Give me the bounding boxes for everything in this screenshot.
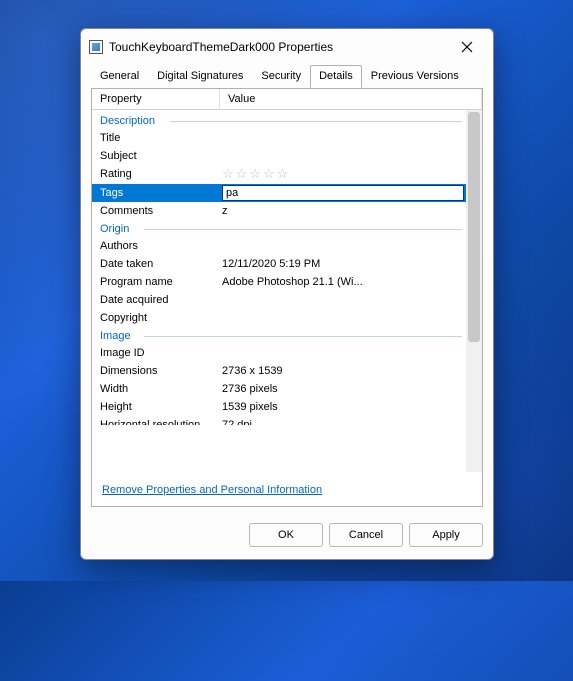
group-header: Origin [92, 220, 482, 237]
group-header: Description [92, 112, 482, 129]
cancel-button[interactable]: Cancel [329, 523, 403, 547]
ok-button[interactable]: OK [249, 523, 323, 547]
tags-input[interactable] [222, 185, 464, 201]
window-title: TouchKeyboardThemeDark000 Properties [109, 40, 449, 54]
tab-digital-signatures[interactable]: Digital Signatures [148, 65, 252, 88]
property-row[interactable]: Subject [92, 147, 482, 165]
property-row[interactable]: Title [92, 129, 482, 147]
properties-dialog: TouchKeyboardThemeDark000 Properties Gen… [80, 28, 494, 560]
property-value: 2736 x 1539 [220, 363, 466, 379]
property-value: Adobe Photoshop 21.1 (Wi... [220, 274, 466, 290]
property-name: Image ID [92, 345, 220, 361]
column-property[interactable]: Property [92, 89, 220, 109]
scrollbar[interactable] [466, 110, 482, 472]
property-row[interactable]: Program nameAdobe Photoshop 21.1 (Wi... [92, 273, 482, 291]
property-value [220, 130, 466, 146]
group-header: Image [92, 327, 482, 344]
property-name: Comments [92, 203, 220, 219]
file-icon [89, 40, 103, 54]
grid-body: DescriptionTitleSubjectRating☆☆☆☆☆TagsCo… [92, 110, 482, 472]
property-name: Horizontal resolution [92, 417, 220, 424]
property-name: Copyright [92, 310, 220, 326]
tab-general[interactable]: General [91, 65, 148, 88]
scroll-thumb[interactable] [468, 112, 480, 342]
property-name: Date taken [92, 256, 220, 272]
property-value [220, 148, 466, 164]
close-icon [461, 41, 473, 53]
property-row[interactable]: Commentsz [92, 202, 482, 220]
property-row[interactable]: Date acquired [92, 291, 482, 309]
property-row[interactable]: Date taken12/11/2020 5:19 PM [92, 255, 482, 273]
property-value [220, 238, 466, 254]
dialog-buttons: OK Cancel Apply [81, 515, 493, 559]
details-panel: Property Value DescriptionTitleSubjectRa… [91, 88, 483, 507]
column-value[interactable]: Value [220, 89, 482, 109]
rating-stars[interactable]: ☆☆☆☆☆ [222, 166, 290, 181]
property-row[interactable]: Authors [92, 237, 482, 255]
titlebar: TouchKeyboardThemeDark000 Properties [81, 29, 493, 65]
property-row[interactable]: Dimensions2736 x 1539 [92, 362, 482, 380]
property-value: z [220, 203, 466, 219]
property-value [220, 185, 466, 201]
property-value [220, 310, 466, 326]
link-row: Remove Properties and Personal Informati… [92, 472, 482, 506]
property-row[interactable]: Copyright [92, 309, 482, 327]
property-value: ☆☆☆☆☆ [220, 166, 466, 183]
property-name: Height [92, 399, 220, 415]
property-name: Title [92, 130, 220, 146]
property-row[interactable]: Image ID [92, 344, 482, 362]
property-name: Date acquired [92, 292, 220, 308]
property-row[interactable]: Horizontal resolution72 dpi [92, 416, 482, 425]
grid-header: Property Value [92, 89, 482, 110]
property-name: Rating [92, 166, 220, 183]
apply-button[interactable]: Apply [409, 523, 483, 547]
property-value: 2736 pixels [220, 381, 466, 397]
property-value [220, 345, 466, 361]
property-name: Dimensions [92, 363, 220, 379]
tab-details[interactable]: Details [310, 65, 362, 88]
property-name: Program name [92, 274, 220, 290]
property-row[interactable]: Height1539 pixels [92, 398, 482, 416]
property-row[interactable]: Rating☆☆☆☆☆ [92, 165, 482, 184]
tab-strip: General Digital Signatures Security Deta… [81, 65, 493, 89]
remove-properties-link[interactable]: Remove Properties and Personal Informati… [102, 484, 322, 496]
property-name: Authors [92, 238, 220, 254]
property-row[interactable]: Tags [92, 184, 482, 202]
property-name: Subject [92, 148, 220, 164]
tab-previous-versions[interactable]: Previous Versions [362, 65, 468, 88]
property-value: 1539 pixels [220, 399, 466, 415]
property-value: 72 dpi [220, 417, 466, 424]
property-value [220, 292, 466, 308]
property-name: Width [92, 381, 220, 397]
property-value: 12/11/2020 5:19 PM [220, 256, 466, 272]
close-button[interactable] [449, 33, 485, 61]
tab-security[interactable]: Security [252, 65, 310, 88]
property-name: Tags [92, 185, 220, 201]
property-row[interactable]: Width2736 pixels [92, 380, 482, 398]
